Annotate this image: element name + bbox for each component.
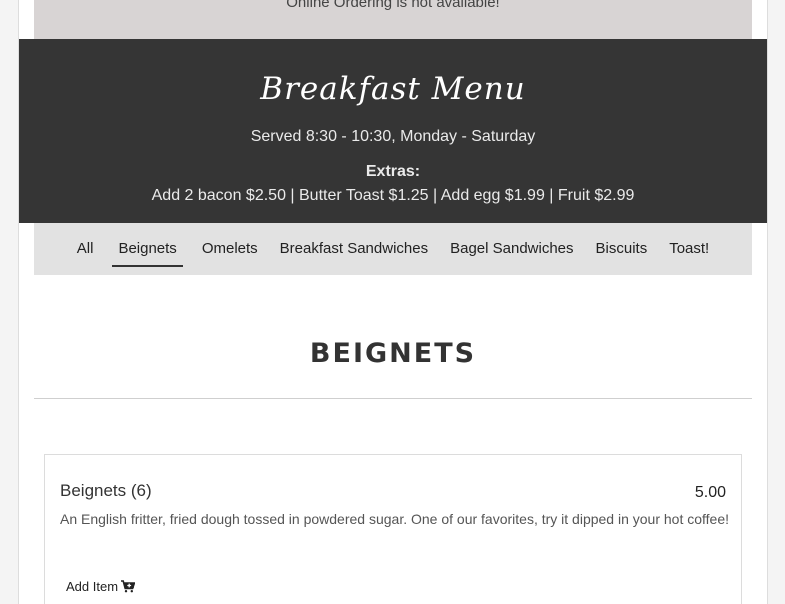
menu-title: Breakfast Menu xyxy=(260,71,526,107)
ordering-notice-text: Online Ordering is not available! xyxy=(286,0,500,11)
page-container: Online Ordering is not available! Breakf… xyxy=(18,0,768,604)
category-tabs: All Beignets Omelets Breakfast Sandwiche… xyxy=(34,223,752,275)
menu-item-card: Beignets (6) 5.00 An English fritter, fr… xyxy=(44,454,742,604)
ordering-notice: Online Ordering is not available! xyxy=(34,0,752,39)
extras-label: Extras: xyxy=(365,163,421,180)
menu-hours: Served 8:30 - 10:30, Monday - Saturday xyxy=(250,128,536,145)
tab-bagel-sandwiches[interactable]: Bagel Sandwiches xyxy=(450,240,573,265)
item-price: 5.00 xyxy=(694,484,726,501)
section-title: BEIGNETS xyxy=(309,338,477,369)
tab-biscuits[interactable]: Biscuits xyxy=(596,240,648,265)
extras-list: Add 2 bacon $2.50 | Butter Toast $1.25 |… xyxy=(151,187,635,204)
item-name: Beignets (6) xyxy=(60,481,152,500)
tab-all[interactable]: All xyxy=(77,240,94,265)
add-item-button[interactable]: Add Item xyxy=(66,579,136,594)
cart-plus-icon xyxy=(121,580,136,593)
tab-omelets[interactable]: Omelets xyxy=(202,240,258,265)
menu-hero: Breakfast Menu Served 8:30 - 10:30, Mond… xyxy=(19,39,767,223)
section-divider xyxy=(34,398,752,399)
tab-toast[interactable]: Toast! xyxy=(669,240,709,265)
tab-breakfast-sandwiches[interactable]: Breakfast Sandwiches xyxy=(280,240,428,265)
add-item-label: Add Item xyxy=(66,579,119,594)
item-description: An English fritter, fried dough tossed i… xyxy=(60,511,730,527)
tab-beignets[interactable]: Beignets xyxy=(112,240,183,267)
